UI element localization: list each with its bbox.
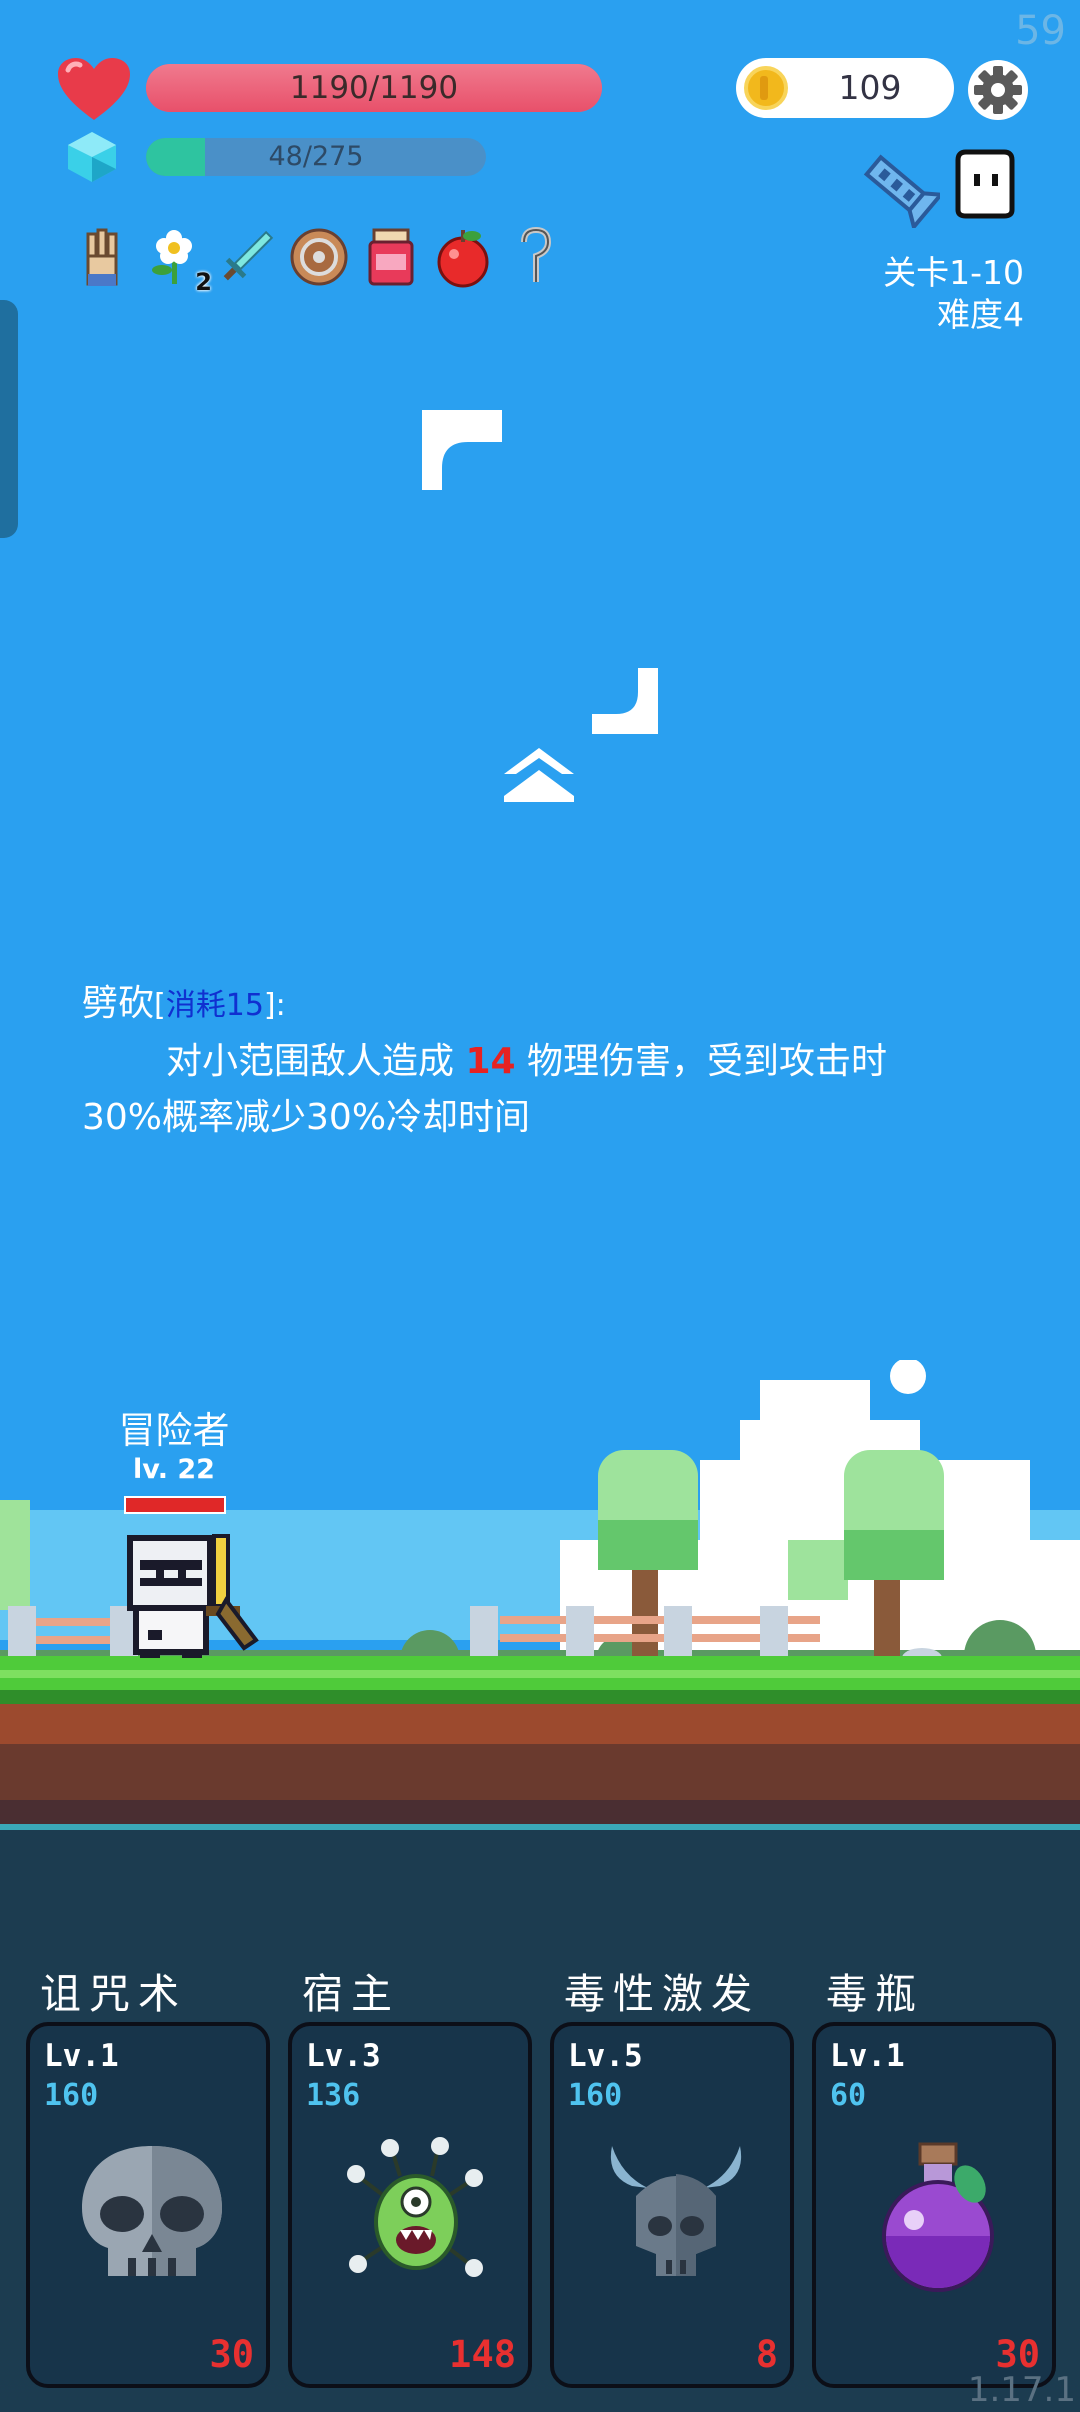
- skill-slot-3: 毒性激发 Lv.5 160 8: [550, 1960, 794, 2390]
- fps-counter: 59: [1015, 8, 1066, 54]
- skill-damage-value: 14: [465, 1041, 516, 1082]
- skill-card[interactable]: Lv.1 60 30: [812, 2022, 1056, 2388]
- skill-cost: 160: [44, 2078, 99, 2113]
- coin-counter[interactable]: 109: [736, 58, 954, 118]
- side-drawer-handle[interactable]: [0, 300, 18, 538]
- skill-slot-4: 毒瓶 Lv.1 60 30: [812, 1960, 1056, 2390]
- target-bracket-top-left: [422, 410, 502, 490]
- skill-description: 劈砍[消耗15]: 对小范围敌人造成 14 物理伤害，受到攻击时 30%概率减少…: [82, 976, 1012, 1146]
- skill-level: Lv.1: [44, 2038, 119, 2074]
- fishbone-icon[interactable]: [858, 146, 940, 228]
- skill-damage: 8: [755, 2333, 778, 2376]
- mana-bar: 48/275: [146, 138, 486, 176]
- gauntlet-icon: [86, 228, 118, 286]
- skill-title: 毒性激发: [564, 1970, 760, 2018]
- sword-icon: [223, 230, 274, 281]
- jump-up-icon: [504, 748, 574, 802]
- skill-title: 宿主: [302, 1970, 400, 2018]
- item-sword[interactable]: [218, 224, 276, 290]
- inventory-items: 2: [74, 224, 564, 296]
- skill-cost: 60: [830, 2078, 867, 2113]
- stage-info: 关卡1-10 难度4: [883, 252, 1024, 336]
- skill-cost-close: ]:: [263, 988, 286, 1023]
- skill-cost-open: [: [154, 988, 166, 1023]
- mana-text: 48/275: [268, 141, 364, 172]
- skill-level: Lv.3: [306, 2038, 381, 2074]
- skill-level: Lv.5: [568, 2038, 643, 2074]
- skill-cost: 160: [568, 2078, 623, 2113]
- difficulty-level: 难度4: [937, 295, 1024, 334]
- skill-damage: 148: [449, 2333, 516, 2376]
- hero-name: 冒险者: [118, 1409, 230, 1452]
- knight-hero-sprite[interactable]: [126, 1530, 266, 1660]
- skill-text-after: 物理伤害，受到攻击时: [515, 1041, 888, 1082]
- item-count: 2: [195, 268, 212, 296]
- item-flower[interactable]: 2: [146, 224, 212, 296]
- skill-card[interactable]: Lv.5 160 8: [550, 2022, 794, 2388]
- skill-text-before: 对小范围敌人造成: [166, 1041, 466, 1082]
- poison-flask-icon: [882, 2142, 994, 2292]
- skill-card[interactable]: Lv.3 136 148: [288, 2022, 532, 2388]
- horned-helmet-icon: [610, 2146, 742, 2276]
- skill-cards: 诅咒术 Lv.1 160 30 宿主 Lv.3 136 148 毒性激发 Lv.…: [26, 1960, 1056, 2390]
- skill-slot-1: 诅咒术 Lv.1 160 30: [26, 1960, 270, 2390]
- heart-icon: [58, 58, 130, 120]
- jam-jar-icon: [368, 228, 414, 286]
- gear-icon: [974, 66, 1022, 114]
- item-shield[interactable]: [290, 224, 348, 290]
- skull-icon: [82, 2146, 222, 2276]
- item-apple[interactable]: [434, 224, 492, 290]
- skill-effect-line-2: 30%概率减少30%冷却时间: [82, 1097, 531, 1138]
- ghost-icon[interactable]: [948, 148, 1022, 220]
- hero-hp-fill: [126, 1498, 224, 1512]
- target-bracket-bottom-right: [592, 668, 658, 734]
- hero-hp-bar: [124, 1496, 226, 1514]
- skill-slot-2: 宿主 Lv.3 136 148: [288, 1960, 532, 2390]
- mana-crystal-icon: [68, 132, 116, 182]
- item-jam[interactable]: [362, 224, 420, 290]
- version-label: 1.17.1: [967, 2370, 1076, 2410]
- skill-title: 毒瓶: [826, 1970, 924, 2018]
- item-gauntlet[interactable]: [74, 224, 132, 290]
- skill-card[interactable]: Lv.1 160 30: [26, 2022, 270, 2388]
- hook-icon: [521, 226, 552, 282]
- skill-name: 劈砍: [82, 983, 155, 1024]
- hp-text: 1190/1190: [289, 70, 459, 106]
- hero-level: lv. 22: [133, 1454, 215, 1485]
- skill-cost: 136: [306, 2078, 361, 2113]
- coin-count: 109: [838, 68, 902, 107]
- stage-number: 关卡1-10: [883, 253, 1024, 292]
- apple-icon: [437, 230, 489, 288]
- green-monster-icon: [347, 2137, 483, 2277]
- item-hook[interactable]: [506, 224, 564, 290]
- skill-title: 诅咒术: [40, 1970, 187, 2018]
- shield-icon: [290, 228, 348, 286]
- skill-effect-line: 对小范围敌人造成 14 物理伤害，受到攻击时: [82, 1034, 1012, 1090]
- skill-header: 劈砍[消耗15]:: [82, 976, 1012, 1034]
- skill-damage: 30: [209, 2333, 254, 2376]
- settings-button[interactable]: [968, 60, 1028, 120]
- skill-level: Lv.1: [830, 2038, 905, 2074]
- skill-cost: 消耗15: [165, 988, 264, 1023]
- hp-bar: 1190/1190: [146, 64, 602, 112]
- coin-icon: [744, 66, 788, 110]
